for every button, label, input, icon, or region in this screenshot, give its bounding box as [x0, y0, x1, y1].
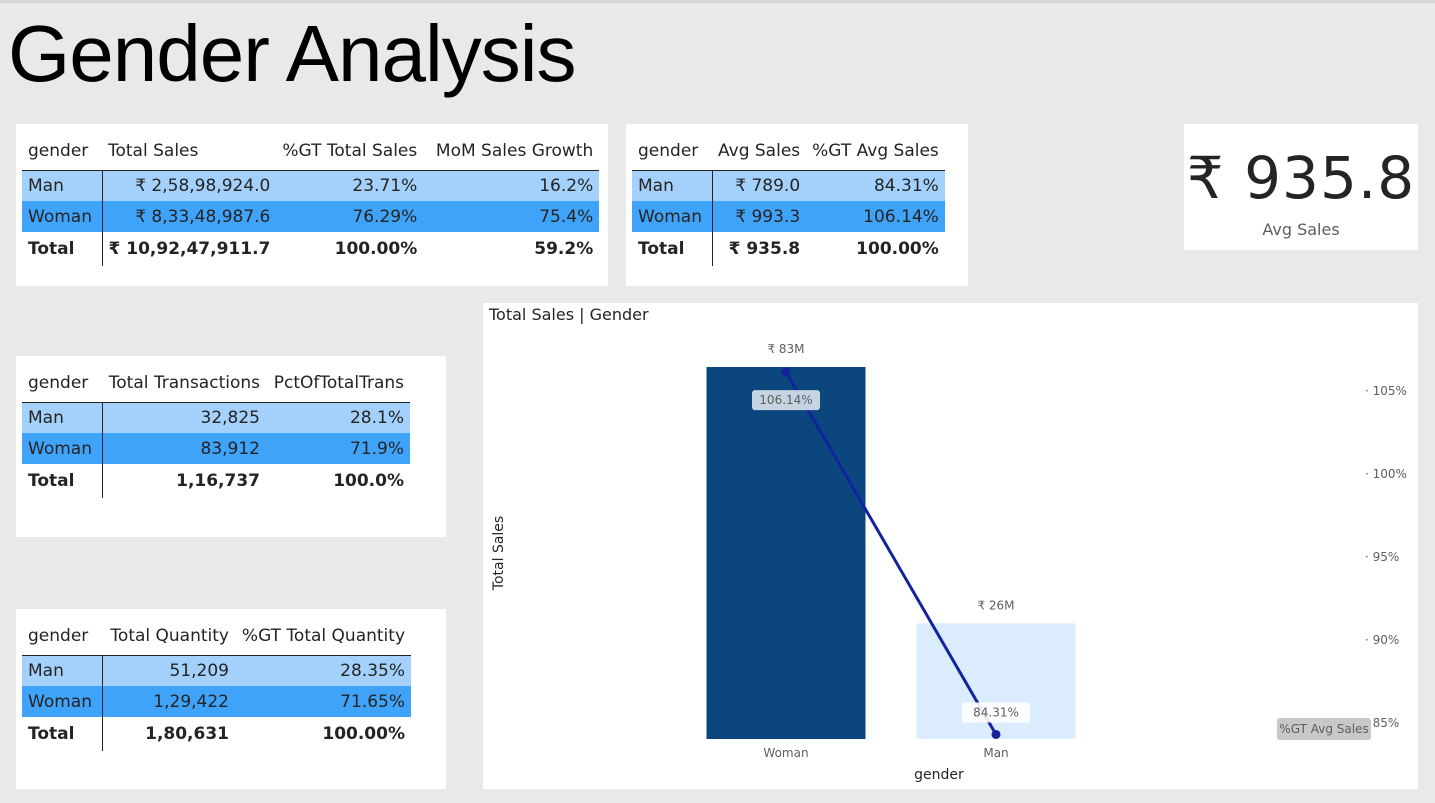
table-row[interactable]: Man 51,209 28.35% — [22, 655, 411, 686]
table-cell: 76.29% — [276, 201, 424, 232]
table-cell: 28.35% — [235, 655, 411, 686]
table-cell: ₹ 935.8 — [712, 232, 807, 266]
table-cell: ₹ 8,33,48,987.6 — [102, 201, 277, 232]
col-header-avg-sales[interactable]: Avg Sales — [712, 132, 807, 171]
col-header-pct-total-trans[interactable]: PctOfTotalTrans — [266, 364, 410, 403]
row-label: Woman — [22, 201, 103, 232]
table-row[interactable]: Man ₹ 789.0 84.31% — [632, 170, 945, 201]
sales-by-gender-chart-card[interactable]: Total Sales | Gender Total Sales · 105% · … — [483, 303, 1418, 789]
row-label: Man — [22, 655, 103, 686]
kpi-label: Avg Sales — [1262, 220, 1340, 239]
row-label: Total — [632, 232, 713, 266]
col-header-mom-growth[interactable]: MoM Sales Growth — [423, 132, 600, 171]
table-cell: 1,80,631 — [102, 717, 235, 751]
legend-label: %GT Avg Sales — [1279, 722, 1368, 736]
col-header-gender[interactable]: gender — [632, 132, 712, 171]
total-row: Total 1,16,737 100.0% — [22, 464, 410, 498]
line-data-label: 84.31% — [973, 705, 1019, 719]
x-tick-label: Woman — [763, 746, 808, 760]
total-row: Total ₹ 10,92,47,911.7 100.00% 59.2% — [22, 232, 600, 266]
combo-chart: Total Sales· 105%· 100%· 95%· 90%· 85%₹ … — [491, 342, 1407, 783]
col-header-total-sales[interactable]: Total Sales — [102, 132, 277, 171]
table-cell: 100.00% — [276, 232, 424, 266]
sales-matrix-card[interactable]: gender Total Sales %GT Total Sales MoM S… — [16, 124, 608, 286]
col-header-gender[interactable]: gender — [22, 364, 102, 403]
x-tick-label: Man — [983, 746, 1008, 760]
row-label: Woman — [22, 686, 103, 717]
transactions-matrix-card[interactable]: gender Total Transactions PctOfTotalTran… — [16, 356, 446, 537]
table-cell: 100.0% — [266, 464, 410, 498]
page-title: Gender Analysis — [8, 9, 577, 98]
row-label: Total — [22, 717, 103, 751]
table-cell: 32,825 — [102, 402, 266, 433]
line-point — [781, 367, 791, 377]
y2-tick-label: · 95% — [1365, 550, 1399, 564]
table-cell: 71.9% — [266, 433, 410, 464]
quantity-matrix: gender Total Quantity %GT Total Quantity… — [22, 617, 411, 751]
row-label: Total — [22, 232, 103, 266]
table-cell: 100.00% — [235, 717, 411, 751]
total-row: Total 1,80,631 100.00% — [22, 717, 411, 751]
row-label: Woman — [632, 201, 713, 232]
y-axis-title: Total Sales — [491, 516, 507, 591]
col-header-gt-total-quantity[interactable]: %GT Total Quantity — [235, 617, 411, 656]
table-cell: 75.4% — [423, 201, 600, 232]
table-cell: 83,912 — [102, 433, 266, 464]
table-cell: 1,29,422 — [102, 686, 235, 717]
header-row: gender Total Quantity %GT Total Quantity — [22, 617, 411, 656]
table-row[interactable]: Woman ₹ 993.3 106.14% — [632, 201, 945, 232]
bar-data-label: ₹ 26M — [977, 598, 1014, 612]
header-row: gender Total Transactions PctOfTotalTran… — [22, 364, 410, 403]
table-cell: ₹ 2,58,98,924.0 — [102, 170, 277, 201]
quantity-matrix-card[interactable]: gender Total Quantity %GT Total Quantity… — [16, 609, 446, 789]
table-row[interactable]: Woman 1,29,422 71.65% — [22, 686, 411, 717]
table-cell: 1,16,737 — [102, 464, 266, 498]
line-data-label: 106.14% — [759, 393, 812, 407]
table-cell: 28.1% — [266, 402, 410, 433]
table-cell: 16.2% — [423, 170, 600, 201]
col-header-total-quantity[interactable]: Total Quantity — [102, 617, 235, 656]
sales-matrix: gender Total Sales %GT Total Sales MoM S… — [22, 132, 600, 266]
col-header-gt-total-sales[interactable]: %GT Total Sales — [276, 132, 424, 171]
table-cell: ₹ 10,92,47,911.7 — [102, 232, 277, 266]
header-row: gender Avg Sales %GT Avg Sales — [632, 132, 945, 171]
kpi-value: ₹ 935.8 — [1186, 144, 1416, 212]
col-header-gender[interactable]: gender — [22, 132, 102, 171]
row-label: Man — [22, 402, 103, 433]
x-axis-title: gender — [914, 767, 964, 783]
table-cell: 71.65% — [235, 686, 411, 717]
avg-sales-kpi-card[interactable]: ₹ 935.8 Avg Sales — [1184, 124, 1418, 250]
header-row: gender Total Sales %GT Total Sales MoM S… — [22, 132, 600, 171]
bar-woman — [706, 367, 866, 739]
col-header-gender[interactable]: gender — [22, 617, 102, 656]
table-row[interactable]: Man ₹ 2,58,98,924.0 23.71% 16.2% — [22, 170, 600, 201]
table-row[interactable]: Man 32,825 28.1% — [22, 402, 410, 433]
table-row[interactable]: Woman ₹ 8,33,48,987.6 76.29% 75.4% — [22, 201, 600, 232]
row-label: Man — [632, 170, 713, 201]
col-header-gt-avg-sales[interactable]: %GT Avg Sales — [806, 132, 945, 171]
table-cell: 84.31% — [806, 170, 945, 201]
y2-tick-label: · 100% — [1365, 467, 1407, 481]
table-cell: 51,209 — [102, 655, 235, 686]
y2-tick-label: · 105% — [1365, 384, 1407, 398]
bar-data-label: ₹ 83M — [767, 342, 804, 356]
transactions-matrix: gender Total Transactions PctOfTotalTran… — [22, 364, 410, 498]
total-row: Total ₹ 935.8 100.00% — [632, 232, 945, 266]
col-header-total-transactions[interactable]: Total Transactions — [102, 364, 266, 403]
table-cell: 23.71% — [276, 170, 424, 201]
row-label: Total — [22, 464, 103, 498]
table-cell: 106.14% — [806, 201, 945, 232]
top-border — [0, 0, 1435, 3]
table-cell: ₹ 789.0 — [712, 170, 807, 201]
table-cell: ₹ 993.3 — [712, 201, 807, 232]
line-point — [991, 729, 1001, 739]
table-cell: 100.00% — [806, 232, 945, 266]
avg-sales-matrix: gender Avg Sales %GT Avg Sales Man ₹ 789… — [632, 132, 945, 266]
table-row[interactable]: Woman 83,912 71.9% — [22, 433, 410, 464]
table-cell: 59.2% — [423, 232, 600, 266]
y2-tick-label: · 90% — [1365, 633, 1399, 647]
avg-sales-matrix-card[interactable]: gender Avg Sales %GT Avg Sales Man ₹ 789… — [626, 124, 968, 286]
row-label: Woman — [22, 433, 103, 464]
row-label: Man — [22, 170, 103, 201]
